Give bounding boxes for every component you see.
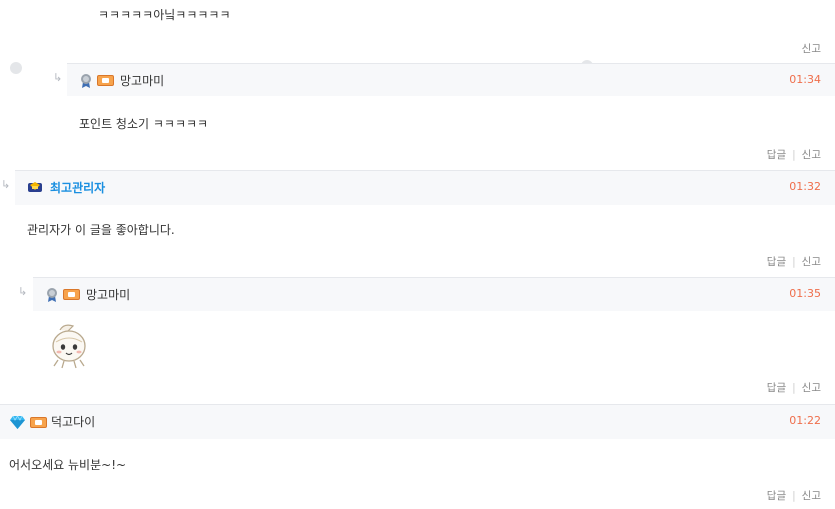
comment-body: 포인트 청소기 ㅋㅋㅋㅋㅋ [79, 117, 209, 131]
comment-actions: 답글 | 신고 [767, 380, 821, 395]
reply-link[interactable]: 답글 [767, 256, 786, 268]
comment-header: 최고관리자 01:32 [15, 170, 835, 205]
comment-author[interactable]: 망고마미 [86, 286, 130, 303]
separator: | [792, 490, 796, 502]
report-link[interactable]: 신고 [802, 382, 821, 394]
comment-author[interactable]: 최고관리자 [50, 179, 105, 196]
comment-header: 망고마미 01:35 [33, 277, 835, 311]
comment-time: 01:34 [789, 73, 821, 86]
comment-body: ㅋㅋㅋㅋㅋ아닠ㅋㅋㅋㅋㅋ [98, 8, 231, 22]
comment-time: 01:22 [789, 414, 821, 427]
separator: | [792, 256, 796, 268]
report-link[interactable]: 신고 [802, 43, 821, 55]
comment-header: 망고마미 01:34 [67, 63, 835, 96]
medal-icon [47, 288, 57, 302]
reply-arrow-icon: ↳ [18, 285, 28, 298]
comment-time: 01:32 [789, 180, 821, 193]
emoticon-character [52, 324, 86, 369]
comment-actions: 신고 [802, 41, 821, 56]
level-badge-icon [97, 75, 114, 86]
reply-link[interactable]: 답글 [767, 149, 786, 161]
reply-link[interactable]: 답글 [767, 382, 786, 394]
level-badge-icon [63, 289, 80, 300]
reply-arrow-icon: ↳ [53, 71, 63, 84]
reply-link[interactable]: 답글 [767, 490, 786, 502]
medal-icon [81, 74, 91, 88]
comment-actions: 답글 | 신고 [767, 147, 821, 162]
comment-body: 어서오세요 뉴비분~!~ [9, 458, 127, 472]
comment-author[interactable]: 덕고다이 [51, 413, 95, 430]
diamond-icon [10, 416, 25, 429]
report-link[interactable]: 신고 [802, 256, 821, 268]
report-link[interactable]: 신고 [802, 149, 821, 161]
comment-actions: 답글 | 신고 [767, 254, 821, 269]
comment-actions: 답글 | 신고 [767, 488, 821, 503]
report-link[interactable]: 신고 [802, 490, 821, 502]
level-badge-icon [30, 417, 47, 428]
admin-badge-icon [28, 182, 42, 192]
comment-header: 덕고다이 01:22 [0, 404, 835, 439]
separator: | [792, 149, 796, 161]
comment-author[interactable]: 망고마미 [120, 72, 164, 89]
comment-body: 관리자가 이 글을 좋아합니다. [27, 223, 175, 237]
reply-arrow-icon: ↳ [1, 178, 11, 191]
comment-time: 01:35 [789, 287, 821, 300]
watermark-mark [10, 62, 22, 74]
separator: | [792, 382, 796, 394]
